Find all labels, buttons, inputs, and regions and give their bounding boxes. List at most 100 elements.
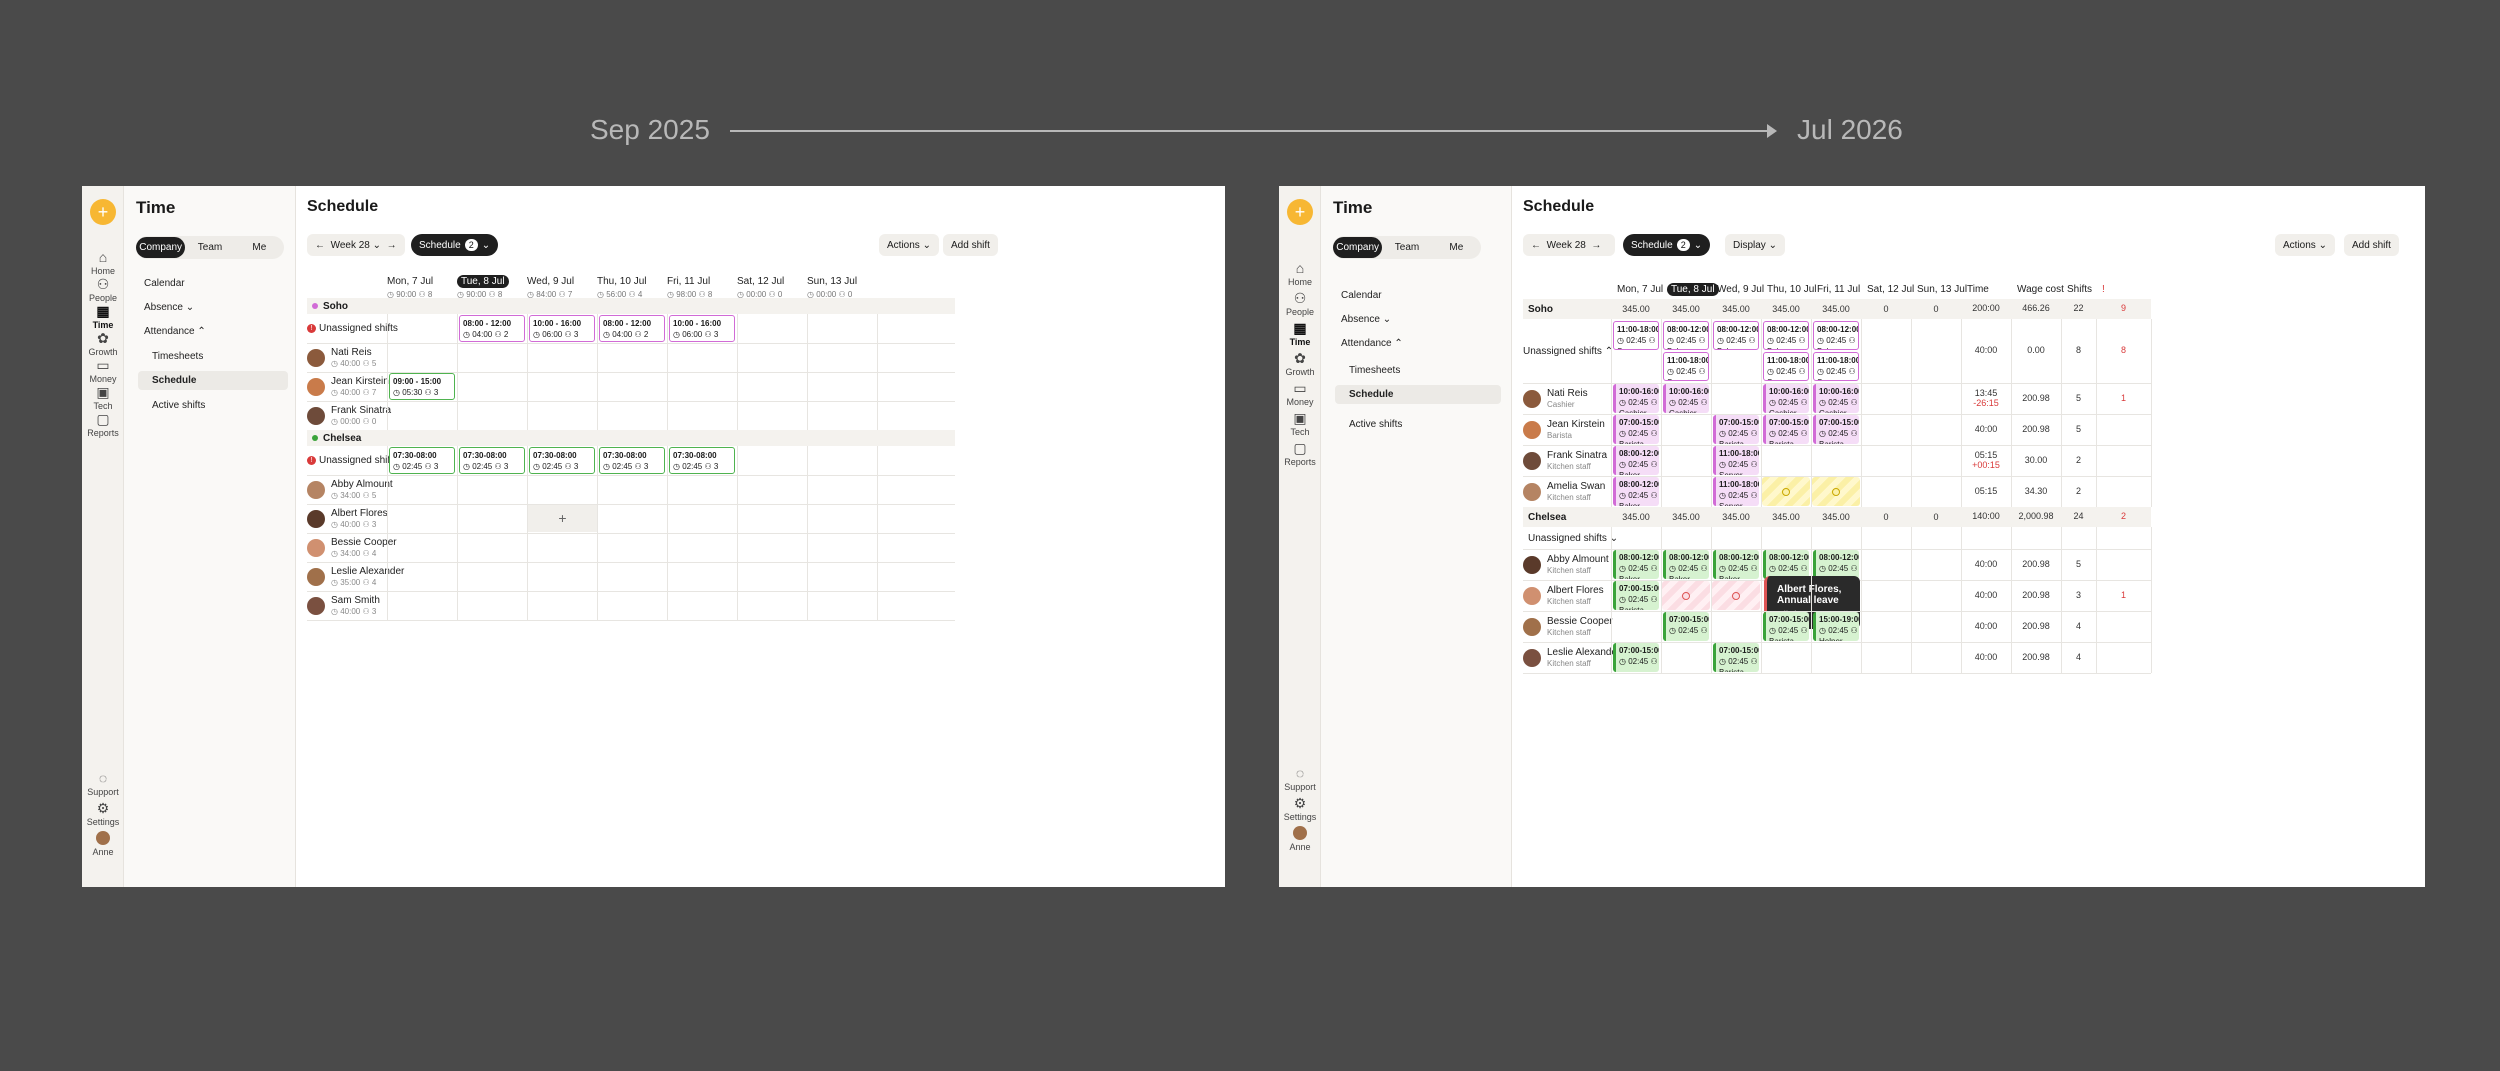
shift-card[interactable]: 10:00 - 16:00 ◷ 06:00 ⚇ 3Server xyxy=(669,315,735,342)
arrow-right-icon[interactable]: → xyxy=(387,240,397,251)
nav-anne[interactable]: Anne xyxy=(1279,826,1321,852)
display-dropdown[interactable]: Display ⌄ xyxy=(1725,234,1785,256)
nav-reports[interactable]: ▢ Reports xyxy=(82,412,124,438)
menu-active-shifts[interactable]: Active shifts xyxy=(1349,419,1402,430)
nav-settings[interactable]: ⚙ Settings xyxy=(82,801,124,827)
shift-card[interactable]: 10:00-16:00 ◷ 02:45 ⚇ 3Cashier xyxy=(1663,384,1709,413)
shift-card[interactable]: 11:00-18:00 ◷ 02:45 ⚇ 3Server xyxy=(1813,352,1859,381)
absence-cell[interactable] xyxy=(1762,477,1810,506)
schedule-dropdown[interactable]: Schedule 2 ⌄ xyxy=(411,234,499,256)
nav-time[interactable]: ▦ Time xyxy=(82,304,124,330)
shift-card[interactable]: 11:00-18:00 ◷ 02:45 ⚇ 3Server xyxy=(1713,446,1759,475)
menu-calendar[interactable]: Calendar xyxy=(1341,290,1382,301)
schedule-dropdown[interactable]: Schedule 2 ⌄ xyxy=(1623,234,1711,256)
menu-timesheets[interactable]: Timesheets xyxy=(152,351,203,362)
tab-me[interactable]: Me xyxy=(235,237,284,258)
tab-company[interactable]: Company xyxy=(136,237,186,258)
shift-card[interactable]: 08:00-12:00◷ 02:45 ⚇ 3Baker xyxy=(1613,550,1659,579)
shift-card[interactable]: 11:00-18:00 ◷ 02:45 ⚇ 3Server xyxy=(1763,352,1809,381)
nav-home[interactable]: ⌂ Home xyxy=(82,250,124,276)
nav-people[interactable]: ⚇ People xyxy=(82,277,124,303)
shift-card[interactable]: 11:00-18:00 ◷ 02:45 ⚇ 3Server xyxy=(1613,321,1659,350)
shift-card[interactable]: 08:00-12:00◷ 02:45 ⚇ 3Baker xyxy=(1613,477,1659,506)
actions-button[interactable]: Actions ⌄ xyxy=(879,234,939,256)
shift-card[interactable]: 08:00-12:00◷ 02:45 ⚇ 3Baker xyxy=(1713,550,1759,579)
shift-card[interactable]: 10:00-16:00 ◷ 02:45 ⚇ 3Cashier xyxy=(1763,384,1809,413)
plus-icon[interactable]: + xyxy=(90,199,116,225)
plus-icon[interactable]: + xyxy=(1287,199,1313,225)
nav-reports[interactable]: ▢ Reports xyxy=(1279,441,1321,467)
shift-card[interactable]: 07:00-15:00 ◷ 02:45 ⚇ 3Barista xyxy=(1763,415,1809,444)
shift-card[interactable]: 08:00-12:00◷ 02:45 ⚇ 3Baker xyxy=(1763,321,1809,350)
menu-calendar[interactable]: Calendar xyxy=(144,278,185,289)
row-label[interactable]: Unassigned shifts ⌃ xyxy=(1523,319,1613,383)
shift-card[interactable]: 15:00-19:00 ◷ 02:45 ⚇ 3Helper xyxy=(1813,612,1859,641)
menu-attendance[interactable]: Attendance ⌃ xyxy=(144,326,206,337)
menu-absence[interactable]: Absence ⌄ xyxy=(144,302,194,313)
arrow-left-icon[interactable]: ← xyxy=(315,240,325,251)
nav-support[interactable]: ◌ Support xyxy=(1279,766,1321,792)
shift-card[interactable]: 11:00-18:00 ◷ 02:45 ⚇ 3Server xyxy=(1713,477,1759,506)
shift-card[interactable]: 08:00-12:00◷ 02:45 ⚇ 3Baker xyxy=(1813,550,1859,579)
absence-cell[interactable] xyxy=(1812,477,1860,506)
shift-card[interactable]: 10:00 - 16:00 ◷ 06:00 ⚇ 3Server xyxy=(529,315,595,342)
add-shift-button[interactable]: Add shift xyxy=(943,234,998,256)
menu-active-shifts[interactable]: Active shifts xyxy=(152,400,205,411)
shift-card[interactable]: 07:30-08:00 ◷ 02:45 ⚇ 3Open up the Shop xyxy=(599,447,665,474)
nav-money[interactable]: ▭ Money xyxy=(82,358,124,384)
absence-cell[interactable] xyxy=(1712,581,1760,610)
shift-card[interactable]: 10:00-16:00 ◷ 02:45 ⚇ 3Cashier xyxy=(1813,384,1859,413)
row-label[interactable]: Unassigned shifts ⌄ xyxy=(1528,527,1618,549)
nav-settings[interactable]: ⚙ Settings xyxy=(1279,796,1321,822)
shift-card[interactable]: 07:00-15:00 ◷ 02:45 ⚇ 3 xyxy=(1613,643,1659,672)
tab-team[interactable]: Team xyxy=(185,237,234,258)
shift-card[interactable]: 07:00-15:00 ◷ 02:45 ⚇ 3Barista xyxy=(1713,643,1759,672)
shift-card[interactable]: 07:00-15:00 ◷ 02:45 ⚇ 3Barista xyxy=(1613,581,1659,610)
nav-money[interactable]: ▭ Money xyxy=(1279,381,1321,407)
menu-attendance[interactable]: Attendance ⌃ xyxy=(1341,338,1403,349)
absence-cell[interactable] xyxy=(1662,581,1710,610)
nav-anne[interactable]: Anne xyxy=(82,831,124,857)
shift-card[interactable]: 07:00-15:00 ◷ 02:45 ⚇ 3Barista xyxy=(1713,415,1759,444)
menu-absence[interactable]: Absence ⌄ xyxy=(1341,314,1391,325)
shift-card[interactable]: 07:00-15:00 ◷ 02:45 ⚇ 3Barista xyxy=(1613,415,1659,444)
tab-team[interactable]: Team xyxy=(1382,237,1431,258)
shift-card[interactable]: 08:00 - 12:00 ◷ 04:00 ⚇ 2Baker xyxy=(599,315,665,342)
tab-company[interactable]: Company xyxy=(1333,237,1383,258)
shift-card[interactable]: 11:00-18:00 ◷ 02:45 ⚇ 3Server xyxy=(1663,352,1709,381)
shift-card[interactable]: 08:00-12:00◷ 02:45 ⚇ 3Baker xyxy=(1713,321,1759,350)
week-picker[interactable]: ← Week 28 ⌄ → xyxy=(307,234,405,256)
tab-me[interactable]: Me xyxy=(1432,237,1481,258)
add-shift-button[interactable]: Add shift xyxy=(2344,234,2399,256)
nav-growth[interactable]: ✿ Growth xyxy=(1279,351,1321,377)
shift-card[interactable]: 08:00-12:00◷ 02:45 ⚇ 3Baker xyxy=(1763,550,1809,579)
shift-card[interactable]: 07:00-15:00 ◷ 02:45 ⚇ 3Barista xyxy=(1763,612,1809,641)
arrow-left-icon[interactable]: ← xyxy=(1531,240,1541,251)
shift-card[interactable]: 10:00-16:00 ◷ 02:45 ⚇ 3Cashier xyxy=(1613,384,1659,413)
add-shift-cell[interactable]: + xyxy=(528,505,597,532)
shift-card[interactable]: 08:00 - 12:00 ◷ 04:00 ⚇ 2Baker xyxy=(459,315,525,342)
menu-schedule[interactable]: Schedule xyxy=(138,371,288,390)
nav-growth[interactable]: ✿ Growth xyxy=(82,331,124,357)
shift-card[interactable]: 08:00-12:00◷ 02:45 ⚇ 3Baker xyxy=(1663,321,1709,350)
shift-card[interactable]: 07:30-08:00 ◷ 02:45 ⚇ 3Open up the Shop xyxy=(459,447,525,474)
shift-card[interactable]: 08:00-12:00◷ 02:45 ⚇ 3Baker xyxy=(1613,446,1659,475)
shift-card[interactable]: 07:30-08:00 ◷ 02:45 ⚇ 3Open up the Shop xyxy=(669,447,735,474)
nav-tech[interactable]: ▣ Tech xyxy=(82,385,124,411)
shift-card[interactable]: 09:00 - 15:00 ◷ 05:30 ⚇ 3Barista xyxy=(389,373,455,400)
menu-schedule[interactable]: Schedule xyxy=(1335,385,1501,404)
shift-card[interactable]: 08:00-12:00◷ 02:45 ⚇ 3Baker xyxy=(1663,550,1709,579)
nav-people[interactable]: ⚇ People xyxy=(1279,291,1321,317)
week-picker[interactable]: ← Week 28 → xyxy=(1523,234,1615,256)
nav-tech[interactable]: ▣ Tech xyxy=(1279,411,1321,437)
shift-card[interactable]: 07:30-08:00 ◷ 02:45 ⚇ 3Open up the Shop xyxy=(389,447,455,474)
shift-card[interactable]: 08:00-12:00◷ 02:45 ⚇ 3Baker xyxy=(1813,321,1859,350)
shift-card[interactable]: 07:00-15:00 ◷ 02:45 ⚇ 3Barista xyxy=(1813,415,1859,444)
actions-button[interactable]: Actions ⌄ xyxy=(2275,234,2335,256)
nav-home[interactable]: ⌂ Home xyxy=(1279,261,1321,287)
shift-card[interactable]: 07:00-15:00 ◷ 02:45 ⚇ 3 xyxy=(1663,612,1709,641)
nav-time[interactable]: ▦ Time xyxy=(1279,321,1321,347)
arrow-right-icon[interactable]: → xyxy=(1591,240,1601,251)
menu-timesheets[interactable]: Timesheets xyxy=(1349,365,1400,376)
nav-support[interactable]: ◌ Support xyxy=(82,771,124,797)
